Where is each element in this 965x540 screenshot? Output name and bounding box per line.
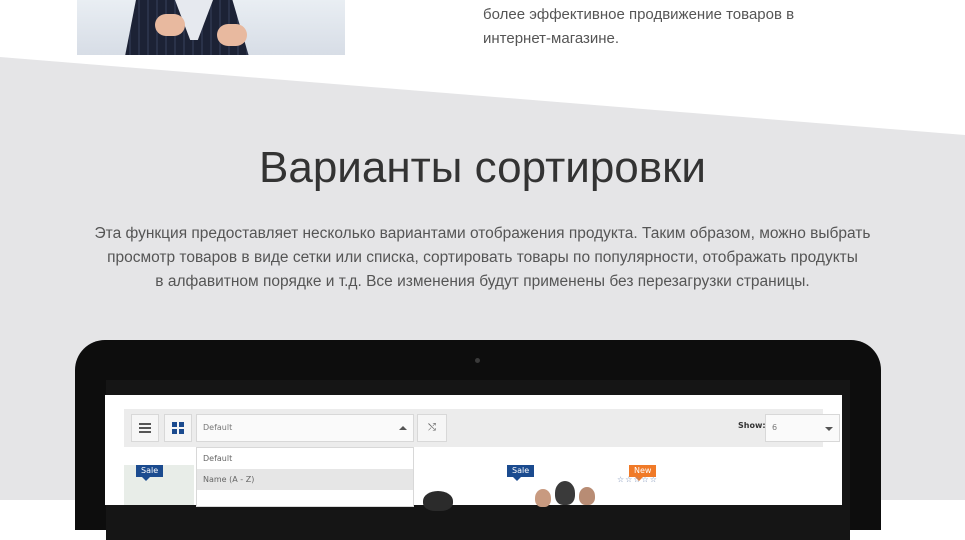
hand-right — [217, 24, 247, 46]
hand-left — [155, 14, 185, 36]
description-line: в алфавитном порядке и т.д. Все изменени… — [155, 273, 810, 290]
top-text-line: интернет-магазине. — [483, 30, 620, 47]
dropdown-option-default[interactable]: Default — [197, 448, 413, 469]
shop-page-preview: Default ⤭ Show: 6 Default Name (A - Z) S… — [105, 395, 842, 511]
product-card[interactable] — [415, 465, 477, 511]
grid-icon — [172, 422, 184, 434]
section-description: Эта функция предоставляет несколько вари… — [40, 222, 925, 294]
chevron-down-icon — [825, 427, 833, 431]
camera-icon — [475, 358, 480, 363]
businessman-photo — [77, 0, 345, 55]
description-line: Эта функция предоставляет несколько вари… — [94, 225, 871, 242]
show-count-value: 6 — [772, 423, 778, 432]
sort-select[interactable]: Default — [196, 414, 414, 442]
list-icon — [139, 423, 151, 433]
grid-view-button[interactable] — [164, 414, 192, 442]
sort-select-value: Default — [203, 423, 233, 432]
sort-dropdown-menu: Default Name (A - Z) — [196, 447, 414, 507]
shuffle-icon: ⤭ — [428, 422, 436, 433]
person-image — [423, 491, 453, 511]
sort-toolbar: Default ⤭ Show: 6 — [124, 409, 840, 447]
person-image — [535, 489, 551, 507]
list-view-button[interactable] — [131, 414, 159, 442]
product-card[interactable]: Sale — [124, 465, 194, 505]
product-card[interactable]: Sale New ☆☆☆☆☆ — [495, 465, 661, 507]
sort-direction-button[interactable]: ⤭ — [417, 414, 447, 442]
sale-badge: Sale — [507, 465, 535, 481]
chevron-up-icon — [399, 426, 407, 430]
show-label: Show: — [738, 421, 766, 430]
show-count-select[interactable]: 6 — [765, 414, 840, 442]
rating-stars: ☆☆☆☆☆ — [617, 475, 658, 484]
description-line: просмотр товаров в виде сетки или списка… — [107, 249, 858, 266]
person-image — [555, 481, 575, 505]
dropdown-option-name-az[interactable]: Name (A - Z) — [197, 469, 413, 490]
person-image — [579, 487, 595, 505]
top-text-line: более эффективное продвижение товаров в — [483, 6, 795, 23]
top-paragraph: более эффективное продвижение товаров в … — [483, 3, 903, 51]
suit-shape — [125, 0, 249, 55]
section-title: Варианты сортировки — [259, 143, 706, 192]
sale-badge: Sale — [136, 465, 164, 481]
